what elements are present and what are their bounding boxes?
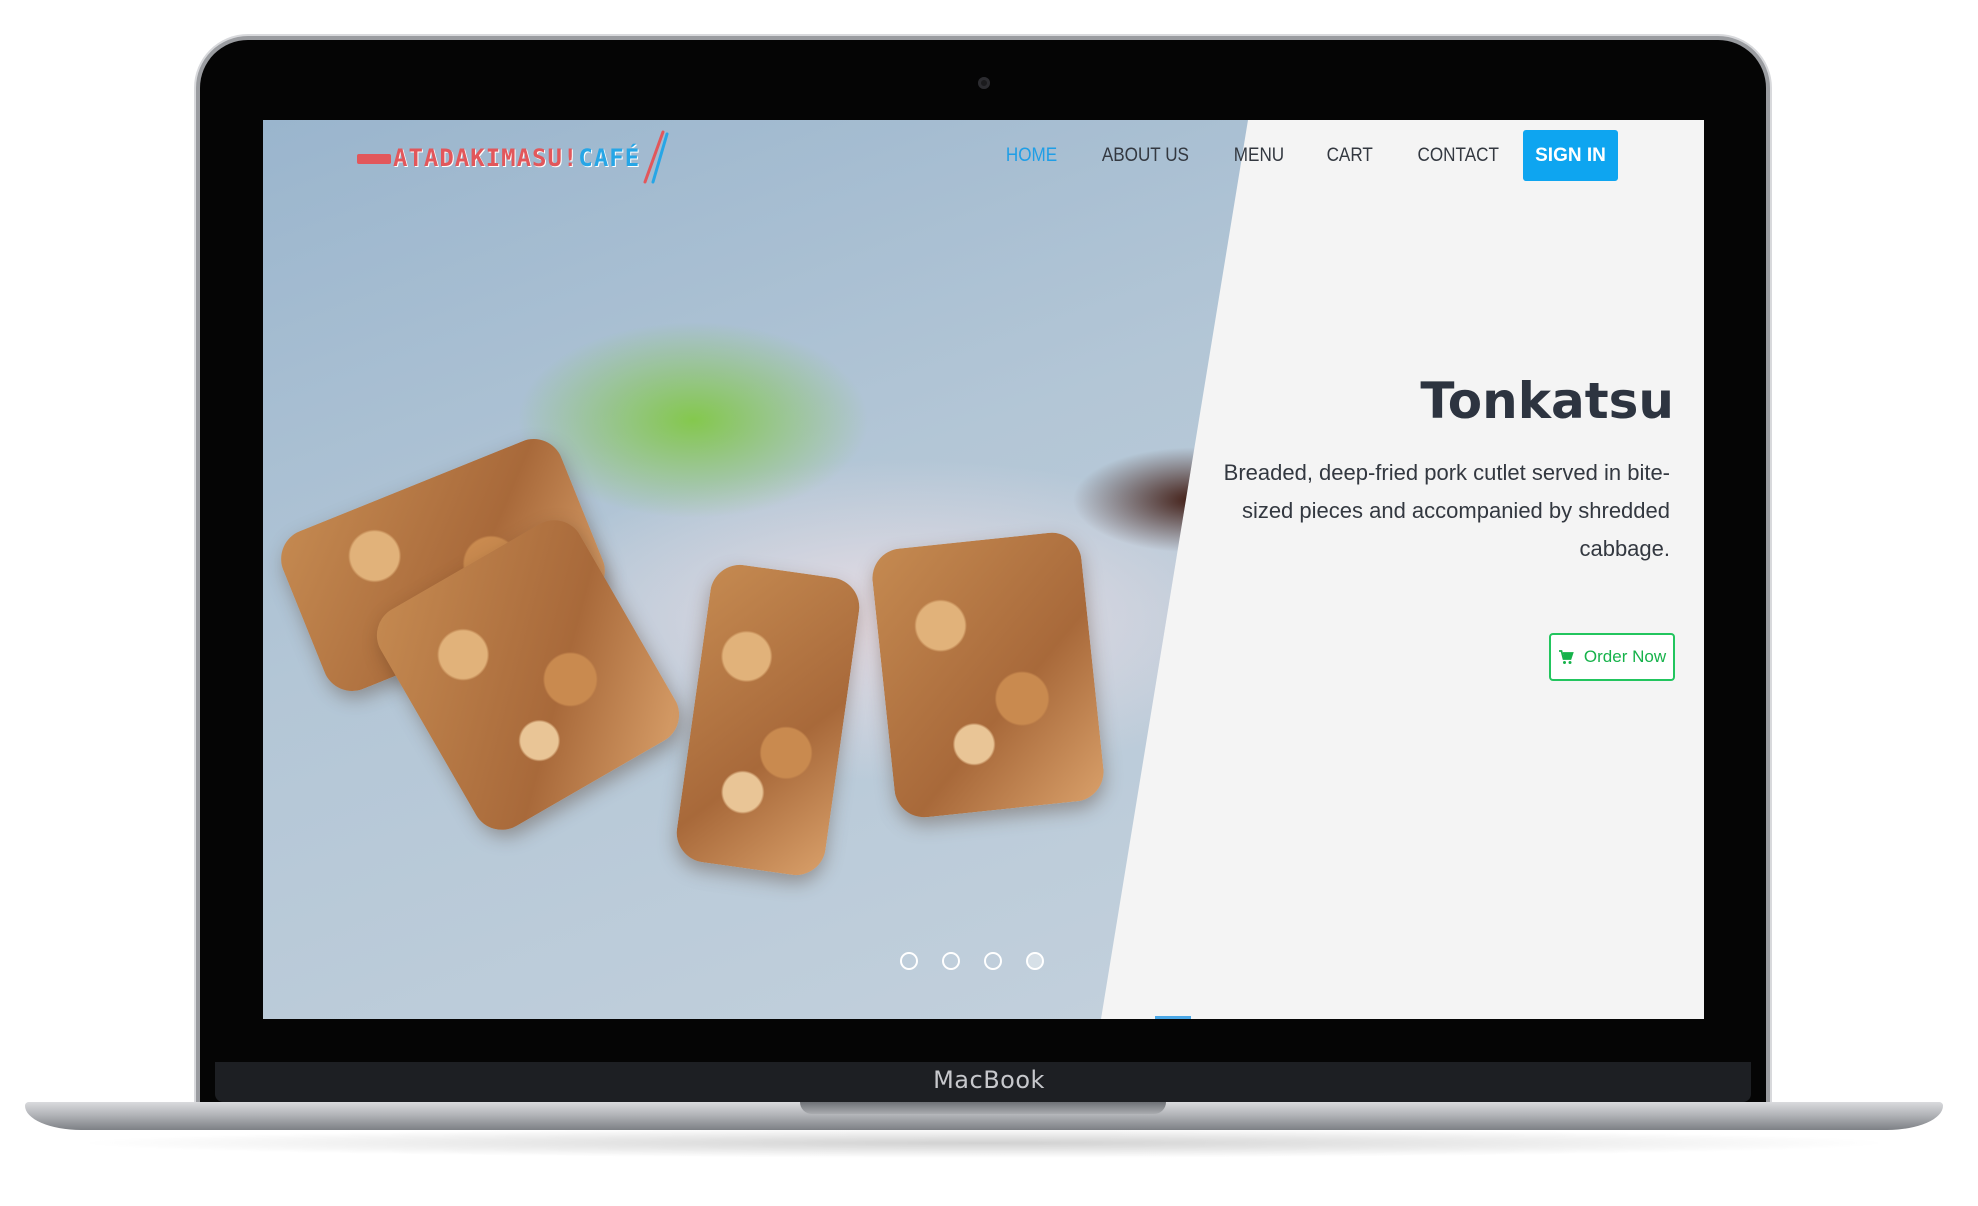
nav-cart[interactable]: CART bbox=[1327, 145, 1373, 167]
cart-icon bbox=[1558, 650, 1574, 664]
laptop-notch bbox=[800, 1102, 1166, 1114]
cutlet-piece bbox=[672, 561, 864, 879]
logo-main-text: ATADAKIMASU! bbox=[393, 144, 579, 172]
chopsticks-icon bbox=[643, 130, 669, 184]
base-shadow bbox=[70, 1128, 1898, 1158]
dish-description: Breaded, deep-fried pork cutlet served i… bbox=[1223, 460, 1670, 561]
scroll-marker bbox=[1155, 1016, 1191, 1019]
laptop-mockup: ATADAKIMASU!CAFÉ HOME ABOUT US MENU CART… bbox=[0, 0, 1978, 1206]
carousel-indicators bbox=[900, 952, 1068, 970]
site-logo[interactable]: ATADAKIMASU!CAFÉ bbox=[357, 130, 669, 184]
nav-contact[interactable]: CONTACT bbox=[1417, 145, 1498, 167]
device-brand-label: MacBook bbox=[933, 1066, 1045, 1094]
nav-home[interactable]: HOME bbox=[1006, 145, 1057, 167]
cutlet-piece bbox=[869, 529, 1107, 821]
carousel-dot-2[interactable] bbox=[942, 952, 960, 970]
nav-menu[interactable]: MENU bbox=[1234, 145, 1284, 167]
website-screen: ATADAKIMASU!CAFÉ HOME ABOUT US MENU CART… bbox=[263, 120, 1704, 1019]
logo-cafe-text: CAFÉ bbox=[578, 144, 641, 172]
carousel-dot-1[interactable] bbox=[900, 952, 918, 970]
carousel-dot-3[interactable] bbox=[984, 952, 1002, 970]
fork-icon bbox=[357, 154, 391, 164]
hero-food-image bbox=[263, 120, 1248, 1019]
camera-icon bbox=[978, 77, 990, 89]
hero-caption: Tonkatsu Breaded, deep-fried pork cutlet… bbox=[1214, 368, 1674, 568]
carousel-dot-4[interactable] bbox=[1026, 952, 1044, 970]
sign-in-button[interactable]: SIGN IN bbox=[1523, 130, 1618, 181]
logo-text: ATADAKIMASU!CAFÉ bbox=[393, 144, 640, 172]
order-now-button[interactable]: Order Now bbox=[1549, 633, 1675, 681]
nav-about-us[interactable]: ABOUT US bbox=[1102, 145, 1189, 167]
main-nav: HOME ABOUT US MENU CART CONTACT SIGN IN bbox=[966, 130, 1618, 181]
order-now-label: Order Now bbox=[1583, 647, 1667, 666]
dish-title: Tonkatsu bbox=[1420, 372, 1674, 430]
